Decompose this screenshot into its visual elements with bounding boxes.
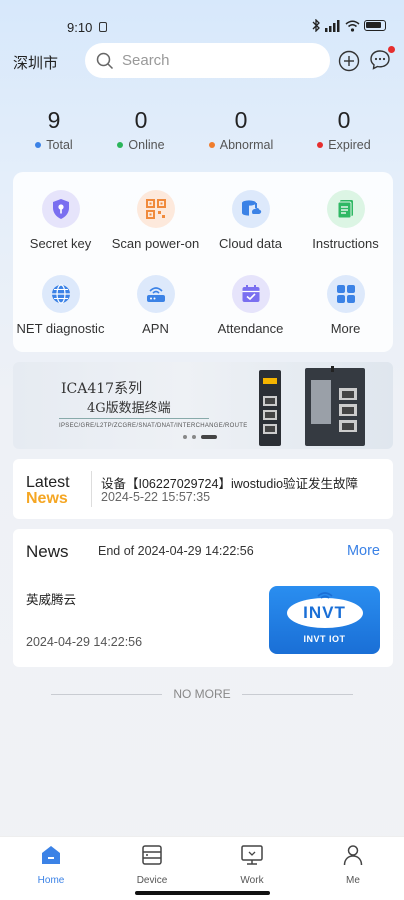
latest-news[interactable]: Latest News 设备【I06227029724】iwostudio验证发… bbox=[13, 459, 393, 519]
divider bbox=[51, 694, 162, 695]
grid-label: Scan power-on bbox=[111, 236, 200, 251]
stat-online[interactable]: 0 Online bbox=[96, 106, 186, 152]
grid-icon bbox=[326, 275, 365, 313]
latest-news-time: 2024-5-22 15:57:35 bbox=[101, 490, 211, 504]
tab-device[interactable]: Device bbox=[122, 843, 182, 886]
device-stats: 9 Total 0 Online 0 Abnormal 0 Expired bbox=[0, 106, 404, 158]
no-more-indicator: NO MORE bbox=[0, 687, 404, 701]
stat-value: 9 bbox=[47, 107, 61, 133]
divider bbox=[91, 471, 92, 507]
no-more-text: NO MORE bbox=[173, 687, 231, 701]
banner-pagination bbox=[183, 435, 217, 439]
status-time: 9:10 bbox=[67, 20, 93, 35]
promo-banner[interactable]: ICA417系列 4G版数据终端 IPSEC/GRE/L2TP/ZCGRE/SN… bbox=[13, 362, 393, 449]
document-icon bbox=[326, 190, 365, 228]
globe-icon bbox=[41, 275, 80, 313]
tab-home[interactable]: Home bbox=[21, 843, 81, 886]
grid-item-cloud-data[interactable]: Cloud data bbox=[203, 190, 298, 251]
invt-iot-text: INVT IOT bbox=[303, 634, 346, 644]
status-dot bbox=[35, 142, 42, 148]
wifi-logo-icon bbox=[317, 592, 333, 599]
grid-label: Cloud data bbox=[219, 236, 282, 251]
news-item-title[interactable]: 英威腾云 bbox=[26, 589, 76, 608]
grid-label: NET diagnostic bbox=[16, 321, 105, 336]
messages-button[interactable] bbox=[369, 46, 395, 73]
status-icons bbox=[311, 19, 386, 32]
stat-label: Total bbox=[46, 138, 73, 152]
battery-icon bbox=[364, 20, 386, 31]
device-icon bbox=[142, 845, 162, 865]
grid-item-apn[interactable]: APN bbox=[108, 275, 203, 336]
stat-label: Abnormal bbox=[219, 138, 274, 152]
grid-label: Secret key bbox=[29, 236, 92, 251]
grid-item-more[interactable]: More bbox=[298, 275, 393, 336]
grid-item-net-diagnostic[interactable]: NET diagnostic bbox=[13, 275, 108, 336]
tab-label: Home bbox=[37, 875, 65, 886]
news-card: News End of 2024-04-29 14:22:56 More 英威腾… bbox=[13, 529, 393, 667]
search-icon bbox=[96, 52, 114, 69]
tab-label: Me bbox=[346, 875, 360, 886]
router-product-image bbox=[259, 366, 365, 446]
tab-work[interactable]: Work bbox=[222, 843, 282, 886]
stat-label: Expired bbox=[328, 138, 371, 152]
tab-label: Device bbox=[136, 875, 168, 886]
invt-logo-text: INVT bbox=[303, 603, 346, 622]
calendar-icon bbox=[231, 275, 270, 313]
page-dot bbox=[183, 435, 187, 439]
news-more-link[interactable]: More bbox=[347, 543, 380, 559]
page-dot bbox=[192, 435, 196, 439]
cloud-data-icon bbox=[231, 190, 270, 228]
qr-code-icon bbox=[136, 190, 175, 228]
grid-item-attendance[interactable]: Attendance bbox=[203, 275, 298, 336]
news-heading: News bbox=[26, 542, 69, 561]
city-selector[interactable]: 深圳市 bbox=[13, 52, 58, 73]
bluetooth-icon bbox=[312, 19, 320, 32]
news-end-date: End of 2024-04-29 14:22:56 bbox=[98, 544, 254, 558]
news-label: News bbox=[26, 490, 68, 507]
news-item-time: 2024-04-29 14:22:56 bbox=[26, 635, 143, 649]
router-icon bbox=[136, 275, 175, 313]
work-icon bbox=[241, 845, 263, 865]
stat-total[interactable]: 9 Total bbox=[9, 106, 99, 152]
status-dot bbox=[317, 142, 324, 148]
status-dot bbox=[208, 142, 215, 148]
divider bbox=[242, 694, 353, 695]
grid-item-secret-key[interactable]: Secret key bbox=[13, 190, 108, 251]
grid-label: APN bbox=[142, 321, 169, 336]
stat-abnormal[interactable]: 0 Abnormal bbox=[196, 106, 286, 152]
grid-label: Attendance bbox=[217, 321, 284, 336]
banner-title: ICA417系列 bbox=[61, 381, 143, 397]
chat-icon bbox=[370, 50, 390, 70]
stat-value: 0 bbox=[134, 107, 148, 133]
search-bar[interactable] bbox=[85, 43, 330, 78]
signal-icon bbox=[325, 19, 340, 32]
search-input[interactable] bbox=[122, 52, 302, 69]
tab-me[interactable]: Me bbox=[323, 843, 383, 886]
function-grid: Secret key Scan power-on Cloud data Inst… bbox=[13, 172, 393, 352]
banner-divider bbox=[59, 418, 209, 419]
user-icon bbox=[343, 845, 363, 866]
key-icon bbox=[41, 190, 80, 228]
stat-label: Online bbox=[128, 138, 165, 152]
stat-value: 0 bbox=[337, 107, 351, 133]
grid-label: Instructions bbox=[312, 236, 379, 251]
grid-label: More bbox=[330, 321, 361, 336]
page-dot-active bbox=[201, 435, 217, 439]
banner-protocols: IPSEC/GRE/L2TP/ZCGRE/SNAT/DNAT/INTERCHAN… bbox=[59, 423, 248, 429]
notification-dot bbox=[388, 46, 395, 53]
stat-expired[interactable]: 0 Expired bbox=[299, 106, 389, 152]
wifi-icon bbox=[345, 20, 360, 32]
banner-subtitle: 4G版数据终端 bbox=[87, 401, 171, 416]
status-bar: 9:10 bbox=[0, 0, 404, 40]
sim-icon bbox=[99, 22, 107, 32]
home-indicator[interactable] bbox=[135, 891, 270, 895]
grid-item-scan-power-on[interactable]: Scan power-on bbox=[108, 190, 203, 251]
status-dot bbox=[117, 142, 124, 148]
home-icon bbox=[42, 846, 60, 864]
add-button[interactable] bbox=[338, 50, 360, 72]
news-thumbnail[interactable]: INVT INVT IOT bbox=[269, 586, 380, 654]
stat-value: 0 bbox=[234, 107, 248, 133]
tab-label: Work bbox=[240, 875, 264, 886]
grid-item-instructions[interactable]: Instructions bbox=[298, 190, 393, 251]
